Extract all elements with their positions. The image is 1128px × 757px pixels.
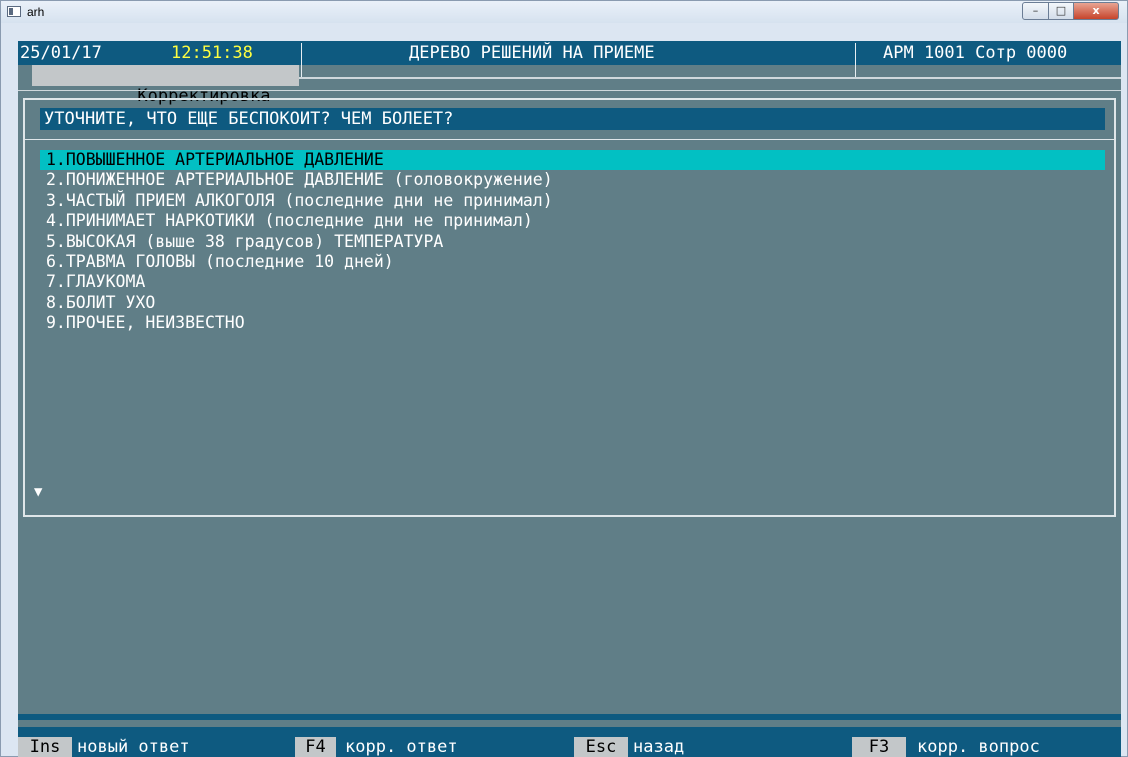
question-text: УТОЧНИТЕ, ЧТО ЕЩЕ БЕСПОКОИТ? ЧЕМ БОЛЕЕТ?	[40, 108, 1105, 130]
option-item[interactable]: 8.БОЛИТ УХО	[46, 293, 155, 313]
header-date: 25/01/17	[20, 43, 102, 63]
option-item[interactable]: 1.ПОВЫШЕННОЕ АРТЕРИАЛЬНОЕ ДАВЛЕНИЕ	[40, 150, 1105, 170]
hotkey-f3[interactable]: F3	[852, 737, 906, 757]
divider-line	[299, 77, 1121, 79]
option-item[interactable]: 4.ПРИНИМАЕТ НАРКОТИКИ (последние дни не …	[46, 211, 533, 231]
hotkey-ins-label: новый ответ	[77, 737, 190, 757]
app-icon	[7, 6, 21, 17]
header-title: ДЕРЕВО РЕШЕНИЙ НА ПРИЕМЕ	[409, 43, 655, 63]
maximize-button[interactable]: □	[1048, 2, 1074, 20]
close-button[interactable]: x	[1073, 2, 1119, 20]
header-bar: 25/01/17 12:51:38 ДЕРЕВО РЕШЕНИЙ НА ПРИЕ…	[18, 41, 1121, 65]
hotkey-esc-label: назад	[633, 737, 685, 757]
hotkey-f3-label: корр. вопрос	[917, 737, 1040, 757]
option-item[interactable]: 3.ЧАСТЫЙ ПРИЕМ АЛКОГОЛЯ (последние дни н…	[46, 191, 553, 211]
app-window: arh – □ x 25/01/17 12:51:38 ДЕРЕВО РЕШЕН…	[0, 0, 1128, 757]
scroll-down-icon[interactable]: ▼	[34, 484, 42, 500]
console-screen: 25/01/17 12:51:38 ДЕРЕВО РЕШЕНИЙ НА ПРИЕ…	[18, 41, 1121, 757]
divider-line	[18, 90, 1121, 91]
header-time: 12:51:38	[171, 43, 253, 63]
divider-line	[25, 139, 1114, 140]
window-titlebar[interactable]: arh – □ x	[1, 1, 1127, 23]
header-divider	[855, 43, 856, 77]
option-item[interactable]: 5.ВЫСОКАЯ (выше 38 градусов) ТЕМПЕРАТУРА	[46, 232, 443, 252]
hotkey-f4[interactable]: F4	[295, 737, 336, 757]
option-item[interactable]: 2.ПОНИЖЕННОЕ АРТЕРИАЛЬНОЕ ДАВЛЕНИЕ (голо…	[46, 170, 553, 190]
option-item[interactable]: 7.ГЛАУКОМА	[46, 272, 145, 292]
minimize-button[interactable]: –	[1022, 2, 1049, 20]
hotkey-ins[interactable]: Ins	[18, 737, 72, 757]
header-divider	[301, 43, 302, 77]
hotkey-esc[interactable]: Esc	[574, 737, 628, 757]
option-item[interactable]: 6.ТРАВМА ГОЛОВЫ (последние 10 дней)	[46, 252, 394, 272]
header-workstation: АРМ 1001 Сотр 0000	[883, 43, 1068, 63]
status-bar	[18, 714, 1121, 720]
option-item[interactable]: 9.ПРОЧЕЕ, НЕИЗВЕСТНО	[46, 313, 245, 333]
window-title: arh	[27, 5, 45, 19]
hotkey-f4-label: корр. ответ	[345, 737, 458, 757]
hotkey-bar: Ins новый ответ F4 корр. ответ Esc назад…	[18, 727, 1121, 757]
mode-tab: Корректировка	[32, 65, 299, 106]
